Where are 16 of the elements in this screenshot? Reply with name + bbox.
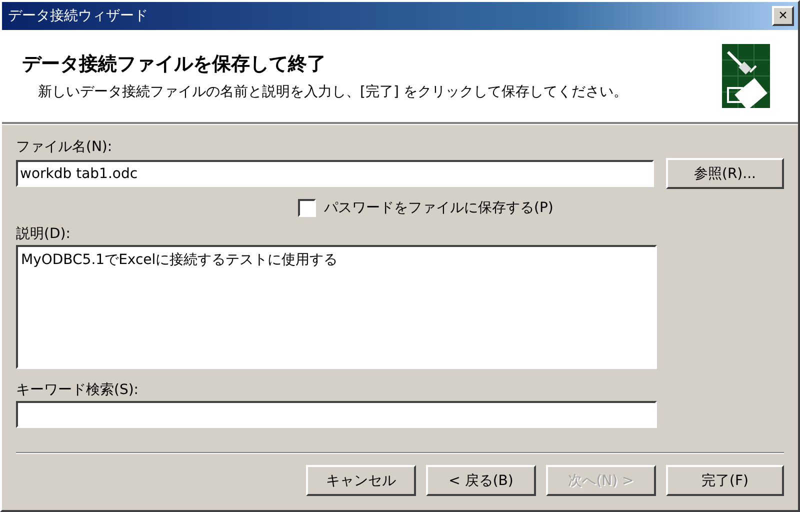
field-label: キーワード検索(S): — [16, 381, 139, 399]
window-title: データ接続ウィザード — [8, 7, 148, 25]
page-heading: データ接続ファイルを保存して終了 — [22, 52, 327, 77]
close-button[interactable]: × — [772, 6, 794, 26]
checkbox[interactable] — [298, 199, 316, 217]
plug-database-icon — [722, 44, 770, 108]
browse-button[interactable]: 参照(R)... — [666, 158, 784, 189]
description-field[interactable]: MyODBC5.1でExcelに接続するテストに使用する — [16, 245, 657, 369]
keyword-field[interactable] — [16, 401, 657, 428]
field-label: 説明(D): — [16, 225, 70, 243]
wizard-button[interactable]: < 戻る(B) — [426, 465, 536, 496]
page-description: 新しいデータ接続ファイルの名前と説明を入力し、[完了] をクリックして保存してください。 — [37, 83, 628, 101]
file-name-field[interactable]: workdb tab1.odc — [16, 160, 654, 187]
wizard-button[interactable]: 完了(F) — [666, 465, 784, 496]
wizard-button[interactable]: キャンセル — [306, 465, 416, 496]
field-label: ファイル名(N): — [16, 138, 112, 156]
